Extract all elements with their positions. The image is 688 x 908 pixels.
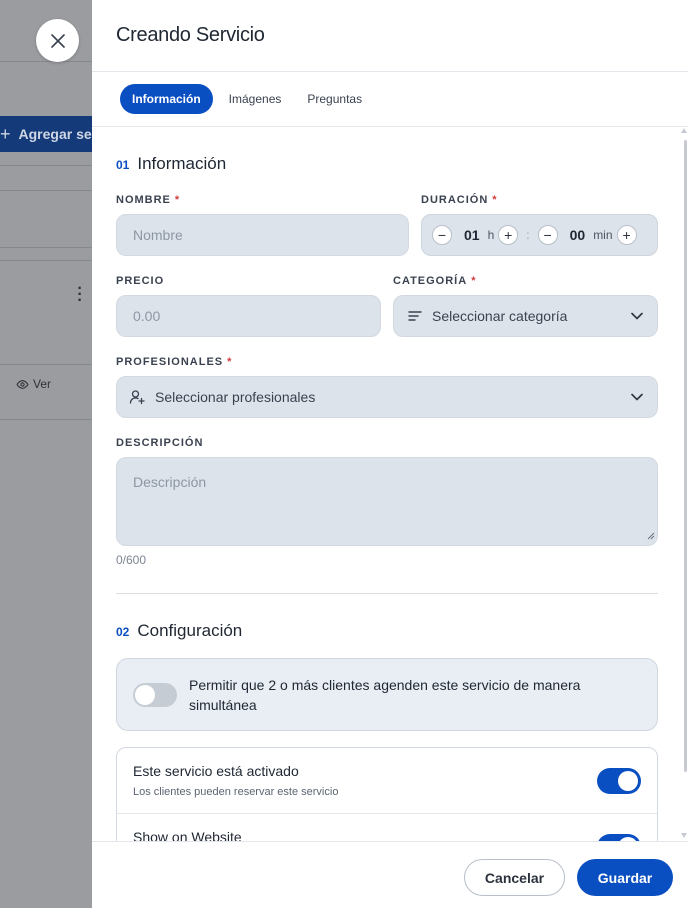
user-plus-icon — [129, 389, 145, 405]
price-input[interactable]: 0.00 — [116, 295, 381, 337]
eye-icon — [16, 379, 29, 389]
website-setting-row: Show on Website — [117, 814, 657, 841]
scroll-up-icon[interactable] — [681, 128, 687, 133]
bg-divider — [0, 61, 92, 62]
chevron-down-icon — [631, 393, 643, 401]
required-marker: * — [174, 194, 181, 206]
duration-label-text: DURACIÓN — [421, 194, 489, 206]
service-settings-card: Este servicio está activado Los clientes… — [116, 747, 658, 841]
simultaneous-toggle[interactable] — [133, 682, 177, 707]
section-configuracion-header: 02 Configuración — [116, 621, 242, 641]
resize-handle-icon[interactable] — [647, 527, 655, 543]
section-title: Información — [137, 154, 227, 173]
professionals-value: Seleccionar profesionales — [155, 389, 316, 405]
minutes-unit: min — [593, 228, 613, 242]
close-drawer-button[interactable] — [36, 19, 79, 62]
tab-bar: Información Imágenes Preguntas — [92, 72, 688, 127]
tab-preguntas[interactable]: Preguntas — [297, 85, 372, 113]
chevron-down-icon — [631, 312, 643, 320]
toggle-knob — [618, 771, 638, 791]
tab-imagenes[interactable]: Imágenes — [219, 85, 292, 113]
required-marker: * — [471, 275, 477, 287]
section-number: 01 — [116, 158, 130, 172]
hours-increment-button[interactable]: + — [498, 225, 519, 245]
active-toggle[interactable] — [597, 768, 641, 794]
required-marker: * — [227, 356, 233, 368]
hours-value[interactable]: 01 — [464, 227, 480, 243]
description-placeholder: Descripción — [133, 474, 207, 490]
description-counter: 0/600 — [116, 553, 147, 567]
bg-view-label: Ver — [33, 377, 52, 391]
scroll-thumb[interactable] — [684, 140, 687, 772]
simultaneous-booking-option: Permitir que 2 o más clientes agenden es… — [116, 658, 658, 731]
professionals-select[interactable]: Seleccionar profesionales — [116, 376, 658, 418]
description-label-text: DESCRIPCIÓN — [116, 437, 204, 449]
bg-divider — [0, 247, 92, 248]
name-label-text: NOMBRE — [116, 194, 171, 206]
close-icon — [50, 33, 65, 48]
duration-separator: : — [526, 228, 530, 242]
bg-divider — [0, 260, 92, 261]
required-marker: * — [492, 194, 498, 206]
professionals-label-text: PROFESIONALES — [116, 356, 224, 368]
section-title: Configuración — [137, 621, 243, 640]
name-label: NOMBRE * — [116, 194, 180, 206]
description-label: DESCRIPCIÓN — [116, 437, 203, 449]
scrollbar[interactable] — [681, 128, 688, 841]
form-content: 01 Información NOMBRE * Nombre DURACIÓN * … — [92, 128, 688, 841]
price-label-text: PRECIO — [116, 275, 165, 287]
more-vertical-icon: · · · — [77, 280, 83, 309]
drawer-title: Creando Servicio — [116, 24, 265, 46]
price-placeholder: 0.00 — [133, 308, 161, 324]
category-label: CATEGORÍA * — [393, 275, 476, 287]
bg-divider — [0, 419, 92, 420]
scroll-down-icon[interactable] — [681, 833, 687, 838]
section-informacion-header: 01 Información — [116, 154, 226, 174]
category-label-text: CATEGORÍA — [393, 275, 468, 287]
active-setting-subtitle: Los clientes pueden reservar este servic… — [133, 786, 339, 798]
name-input[interactable]: Nombre — [116, 214, 409, 256]
minutes-value[interactable]: 00 — [570, 227, 586, 243]
list-icon — [408, 310, 422, 322]
website-toggle[interactable] — [597, 834, 641, 841]
description-textarea[interactable]: Descripción — [116, 457, 658, 546]
bg-add-label: Agregar se — [18, 126, 92, 142]
minutes-decrement-button[interactable]: − — [537, 225, 558, 245]
hours-unit: h — [487, 228, 495, 242]
duration-stepper: − 01 h + : − 00 min + — [421, 214, 658, 256]
toggle-knob — [135, 684, 155, 705]
category-value: Seleccionar categoría — [432, 308, 568, 324]
plus-icon: + — [0, 123, 11, 144]
price-label: PRECIO — [116, 275, 164, 287]
duration-label: DURACIÓN * — [421, 194, 498, 206]
save-button[interactable]: Guardar — [577, 859, 673, 896]
active-setting-row: Este servicio está activado Los clientes… — [117, 748, 657, 814]
tab-informacion[interactable]: Información — [120, 84, 213, 114]
bg-divider — [0, 364, 92, 365]
name-placeholder: Nombre — [133, 227, 183, 243]
active-setting-title: Este servicio está activado — [133, 763, 299, 779]
section-divider — [116, 593, 658, 594]
minutes-increment-button[interactable]: + — [616, 225, 637, 245]
website-setting-title: Show on Website — [133, 829, 242, 841]
section-number: 02 — [116, 625, 130, 639]
bg-view-link: Ver — [16, 377, 51, 391]
background-page: + Agregar se · · · Ver — [0, 0, 92, 908]
bg-divider — [0, 190, 92, 191]
bg-add-service-button: + Agregar se — [0, 116, 92, 152]
service-drawer: Creando Servicio Información Imágenes Pr… — [92, 0, 688, 908]
drawer-header: Creando Servicio — [92, 0, 688, 72]
category-select[interactable]: Seleccionar categoría — [393, 295, 658, 337]
bg-divider — [0, 165, 92, 166]
drawer-footer: Cancelar Guardar — [92, 841, 688, 908]
professionals-label: PROFESIONALES * — [116, 356, 232, 368]
cancel-button[interactable]: Cancelar — [464, 859, 565, 896]
hours-decrement-button[interactable]: − — [432, 225, 452, 245]
simultaneous-text: Permitir que 2 o más clientes agenden es… — [189, 676, 581, 713]
